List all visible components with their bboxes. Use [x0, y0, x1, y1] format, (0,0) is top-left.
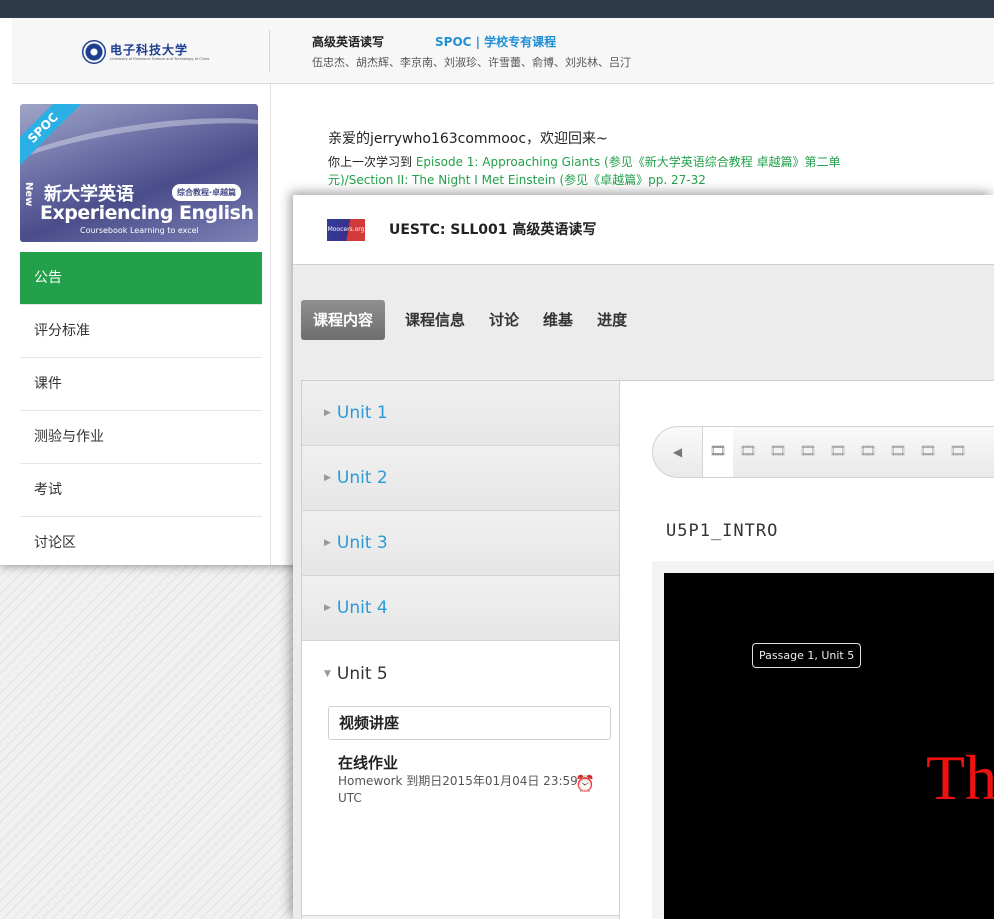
chevron-down-icon: ▼ — [324, 668, 331, 679]
moocers-logo[interactable]: Moocers.org — [327, 219, 365, 241]
chevron-right-icon: ▶ — [324, 538, 331, 548]
last-study-info: 你上一次学习到 Episode 1: Approaching Giants (参… — [328, 153, 888, 189]
teacher-list: 伍忠杰、胡杰辉、李京南、刘淑珍、许雪蕾、俞博、刘兆林、吕汀 — [312, 56, 631, 69]
chapter-unit-2[interactable]: ▶ Unit 2 — [302, 446, 619, 511]
sequence-item-video-icon[interactable]: 🎞 — [943, 427, 973, 477]
course-cover-image: SPOC New 新大学英语 综合教程·卓越篇 Experiencing Eng… — [20, 104, 258, 242]
course-type-tag[interactable]: SPOC | 学校专有课程 — [435, 33, 556, 50]
course-tabs: 课程内容 课程信息 讨论 维基 进度 — [301, 300, 639, 340]
cover-new-label: New — [23, 182, 34, 207]
tab-wiki[interactable]: 维基 — [531, 300, 585, 340]
sequence-item-video-icon[interactable]: 🎞 — [703, 427, 733, 477]
tab-discussion[interactable]: 讨论 — [477, 300, 531, 340]
unit-5-sequences: 视频讲座 在线作业 Homework 到期日2015年01月04日 23:59 … — [302, 706, 619, 916]
homework-due-date: Homework 到期日2015年01月04日 23:59 UTC — [338, 774, 578, 805]
cover-subtitle: Coursebook Learning to excel — [80, 226, 199, 235]
portal-header: 电子科技大学 University of Electronic Science … — [12, 18, 994, 84]
chevron-right-icon: ▶ — [324, 408, 331, 418]
university-emblem-icon — [82, 40, 106, 64]
chapter-unit-3[interactable]: ▶ Unit 3 — [302, 511, 619, 576]
courseware-header: Moocers.org UESTC: SLL001 高级英语读写 — [293, 195, 994, 265]
menu-item-quizzes[interactable]: 测验与作业 — [20, 411, 262, 464]
menu-item-courseware[interactable]: 课件 — [20, 358, 262, 411]
course-title: 高级英语读写 — [312, 35, 385, 49]
chapter-unit-4[interactable]: ▶ Unit 4 — [302, 576, 619, 641]
unit-title: U5P1_INTRO — [666, 521, 779, 541]
menu-item-grading[interactable]: 评分标准 — [20, 305, 262, 358]
menu-item-announcements[interactable]: 公告 — [20, 252, 262, 305]
tab-course-info[interactable]: 课程信息 — [393, 300, 477, 340]
sequence-item-video-icon[interactable]: 🎞 — [883, 427, 913, 477]
chevron-right-icon: ▶ — [324, 603, 331, 613]
chapter-label: Unit 1 — [336, 403, 388, 423]
sequence-homework[interactable]: 在线作业 Homework 到期日2015年01月04日 23:59 UTC ⏰ — [328, 752, 611, 807]
unit-accordion: ▶ Unit 1 ▶ Unit 2 ▶ Unit 3 ▶ Unit 4 ▼ Un… — [301, 380, 619, 919]
top-bar — [0, 0, 994, 18]
alarm-clock-icon: ⏰ — [575, 774, 595, 793]
sequence-item-video-icon[interactable]: 🎞 — [913, 427, 943, 477]
chapter-unit-5[interactable]: ▼ Unit 5 — [302, 641, 619, 706]
cover-edition-badge: 综合教程·卓越篇 — [172, 184, 242, 201]
sequence-item-video-icon[interactable]: 🎞 — [793, 427, 823, 477]
video-title-text: Th — [926, 742, 994, 813]
cover-en-title: Experiencing English — [40, 202, 254, 224]
header-divider — [269, 30, 270, 72]
chapter-unit-1[interactable]: ▶ Unit 1 — [302, 381, 619, 446]
courseware-window: Moocers.org UESTC: SLL001 高级英语读写 课程内容 课程… — [293, 195, 994, 919]
chapter-label: Unit 5 — [336, 663, 388, 684]
chapter-label: Unit 4 — [336, 598, 388, 618]
sequence-item-video-icon[interactable]: 🎞 — [763, 427, 793, 477]
last-study-prefix: 你上一次学习到 — [328, 155, 413, 169]
menu-item-discussion[interactable]: 讨论区 — [20, 517, 262, 565]
courseware-title: UESTC: SLL001 高级英语读写 — [389, 222, 597, 238]
homework-title: 在线作业 — [338, 754, 399, 772]
previous-button[interactable]: ◀ — [653, 427, 703, 477]
video-player[interactable]: Passage 1, Unit 5 Th — [664, 573, 994, 919]
university-name: 电子科技大学 — [110, 42, 189, 57]
portal-sidebar: SPOC New 新大学英语 综合教程·卓越篇 Experiencing Eng… — [12, 84, 271, 565]
university-logo[interactable]: 电子科技大学 University of Electronic Science … — [82, 36, 212, 68]
university-name-en: University of Electronic Science and Tec… — [110, 56, 210, 61]
menu-item-exams[interactable]: 考试 — [20, 464, 262, 517]
video-caption-box: Passage 1, Unit 5 — [752, 643, 862, 668]
portal-side-menu: 公告 评分标准 课件 测验与作业 考试 讨论区 — [20, 252, 262, 565]
tab-courseware[interactable]: 课程内容 — [301, 300, 386, 340]
welcome-message: 亲爱的jerrywho163commooc，欢迎回来~ — [328, 131, 608, 147]
chapter-label: Unit 2 — [336, 468, 388, 488]
courseware-content: ◀ 🎞 🎞 🎞 🎞 🎞 🎞 🎞 🎞 🎞 U5P1_INTRO Passage 1… — [619, 380, 994, 919]
video-container: Passage 1, Unit 5 Th — [652, 561, 994, 919]
chevron-right-icon: ▶ — [324, 473, 331, 483]
sequence-item-video-icon[interactable]: 🎞 — [823, 427, 853, 477]
chapter-label: Unit 3 — [336, 533, 388, 553]
sequence-video-lecture[interactable]: 视频讲座 — [328, 706, 611, 740]
sequence-item-video-icon[interactable]: 🎞 — [733, 427, 763, 477]
sequence-navigation: ◀ 🎞 🎞 🎞 🎞 🎞 🎞 🎞 🎞 🎞 — [652, 426, 994, 478]
tab-progress[interactable]: 进度 — [585, 300, 639, 340]
sequence-item-video-icon[interactable]: 🎞 — [853, 427, 883, 477]
